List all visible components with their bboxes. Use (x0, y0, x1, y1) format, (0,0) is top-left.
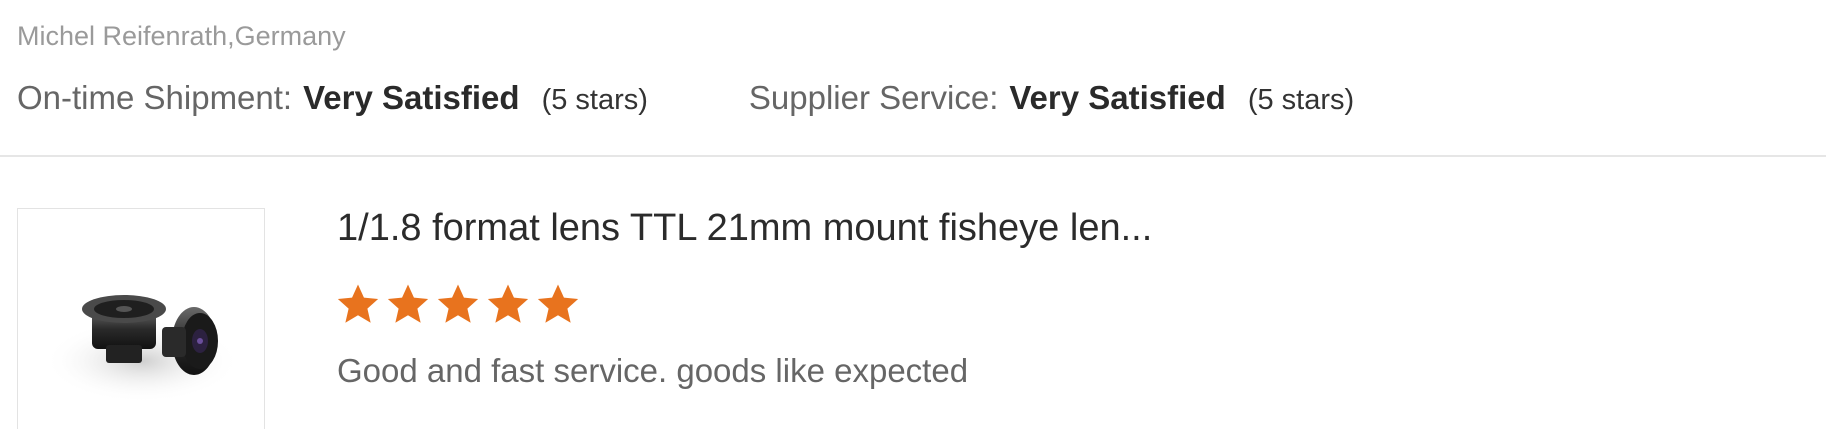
rating-label: On-time Shipment: (17, 79, 293, 116)
star-icon (337, 284, 379, 323)
rating-value: Very Satisfied (1009, 79, 1226, 116)
review-card: Michel Reifenrath,Germany On-time Shipme… (0, 0, 1826, 429)
rating-supplier-service: Supplier Service: Very Satisfied (5 star… (749, 79, 1354, 117)
rating-value: Very Satisfied (303, 79, 520, 116)
star-icon (487, 284, 529, 323)
rating-ontime-shipment: On-time Shipment: Very Satisfied (5 star… (17, 79, 648, 117)
star-icon (437, 284, 479, 323)
section-divider (0, 155, 1826, 157)
rating-stars-text: (5 stars) (1247, 84, 1355, 116)
reviewer-name-location: Michel Reifenrath,Germany (17, 21, 346, 51)
product-star-rating (335, 281, 581, 327)
star-icon (537, 284, 579, 323)
rating-stars-text: (5 stars) (541, 84, 648, 116)
rating-label: Supplier Service: (748, 79, 999, 116)
product-title[interactable]: 1/1.8 format lens TTL 21mm mount fisheye… (337, 205, 1152, 251)
review-text: Good and fast service. goods like expect… (337, 352, 969, 389)
ratings-row: On-time Shipment: Very Satisfied (5 star… (17, 76, 1354, 120)
product-thumbnail[interactable] (17, 208, 265, 429)
lens-product-image (44, 295, 240, 403)
star-icon (387, 284, 429, 323)
